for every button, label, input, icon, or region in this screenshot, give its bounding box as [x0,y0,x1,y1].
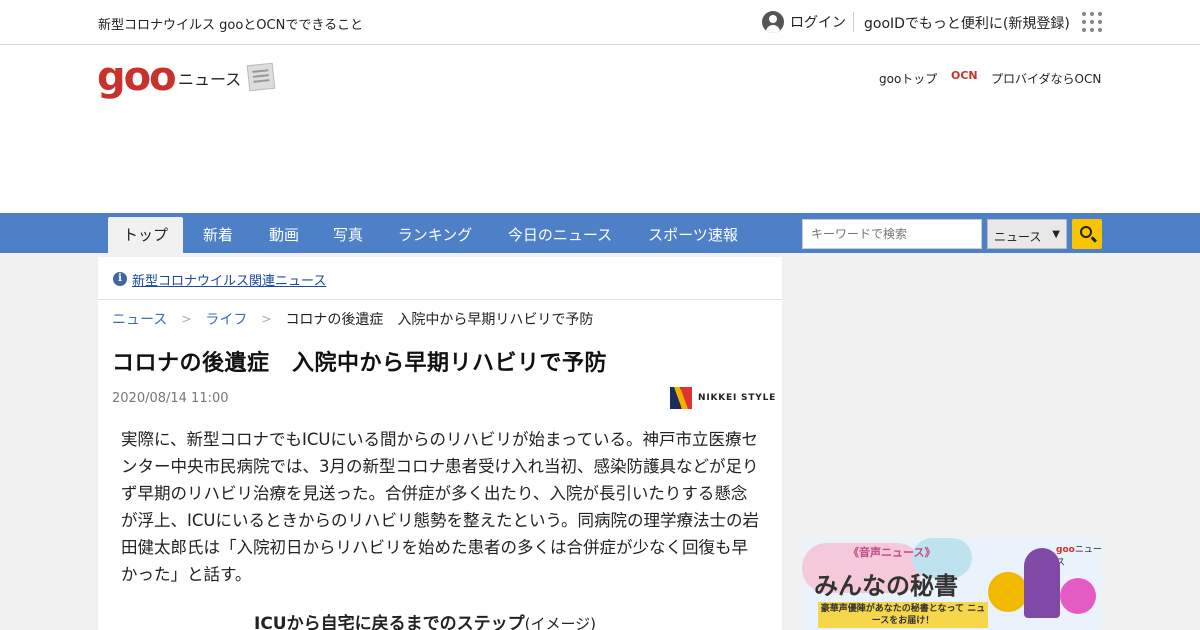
breadcrumb: ニュース > ライフ > コロナの後遺症 入院中から早期リハビリで予防 [112,309,593,329]
caret-down-icon: ▼ [1052,229,1060,240]
banner-brand: gooニュース [1056,542,1102,568]
user-icon [762,11,784,33]
voice-news-banner[interactable]: 《音声ニュース》 みんなの秘書 豪華声優陣があなたの秘書となって ニュースをお届… [802,538,1102,630]
newspaper-icon [246,62,276,92]
banner-headline: みんなの秘書 [814,572,958,600]
figure-title: ICUから自宅に戻るまでのステップ [254,614,525,630]
banner-kicker: 《音声ニュース》 [848,546,936,559]
nikkei-logo-icon [670,387,692,409]
character-illustration [988,572,1028,612]
search-input[interactable] [802,219,982,249]
divider [853,12,854,32]
covid-campaign-link[interactable]: 新型コロナウイルス gooとOCNでできること [98,14,363,33]
tab-top[interactable]: トップ [108,217,183,253]
covid-notice: i 新型コロナウイルス関連ニュース [98,257,782,300]
login-label: ログイン [790,15,846,31]
breadcrumb-separator: > [261,312,272,326]
covid-news-link[interactable]: 新型コロナウイルス関連ニュース [132,270,326,289]
goo-top-link[interactable]: gooトップ [879,70,937,87]
ocn-provider-link[interactable]: プロバイダならOCN [991,70,1101,87]
tab-video[interactable]: 動画 [256,217,312,253]
search-button[interactable] [1072,219,1102,249]
tab-new[interactable]: 新着 [190,217,246,253]
article-title: コロナの後遺症 入院中から早期リハビリで予防 [112,351,608,376]
utility-bar: 新型コロナウイルス gooとOCNでできること ログイン gooIDでもっと便利… [0,0,1200,45]
breadcrumb-current: コロナの後遺症 入院中から早期リハビリで予防 [285,312,594,328]
tab-photo[interactable]: 写真 [320,217,376,253]
section-name[interactable]: ニュース [178,66,241,90]
goo-logo[interactable]: goo [97,57,177,97]
tab-today[interactable]: 今日のニュース [500,217,620,253]
info-icon: i [113,272,127,286]
tab-sports[interactable]: スポーツ速報 [640,217,746,253]
figure-caption: ICUから自宅に戻るまでのステップ(イメージ) [254,609,596,630]
search-scope-value: ニュース [994,230,1042,244]
publish-date: 2020/08/14 11:00 [112,391,229,406]
login-link[interactable]: ログイン [762,10,846,34]
breadcrumb-news[interactable]: ニュース [112,309,167,329]
register-link[interactable]: gooIDでもっと便利に(新規登録) [864,13,1070,33]
ocn-logo[interactable]: OCN [951,69,978,82]
breadcrumb-life[interactable]: ライフ [205,309,247,329]
banner-brand-goo: goo [1056,545,1075,555]
character-illustration [1024,548,1060,618]
figure-subtitle: (イメージ) [524,615,597,630]
source-name: NIKKEI STYLE [698,393,777,403]
character-illustration [1060,578,1096,614]
site-header: goo ニュース gooトップ OCN プロバイダならOCN [0,45,1200,213]
main-nav: トップ 新着 動画 写真 ランキング 今日のニュース スポーツ速報 ニュース ▼ [0,213,1200,253]
search-icon [1080,226,1092,238]
banner-tagline: 豪華声優陣があなたの秘書となって ニュースをお届け！ [818,602,988,628]
apps-grid-icon[interactable] [1082,12,1102,32]
tab-ranking[interactable]: ランキング [390,217,480,253]
breadcrumb-separator: > [181,312,192,326]
article-card: i 新型コロナウイルス関連ニュース ニュース > ライフ > コロナの後遺症 入… [98,257,782,630]
source-logo[interactable]: NIKKEI STYLE [670,387,776,409]
search-scope-select[interactable]: ニュース ▼ [987,219,1067,249]
article-body: 実際に、新型コロナでもICUにいる間からのリハビリが始まっている。神戸市立医療セ… [121,430,759,584]
